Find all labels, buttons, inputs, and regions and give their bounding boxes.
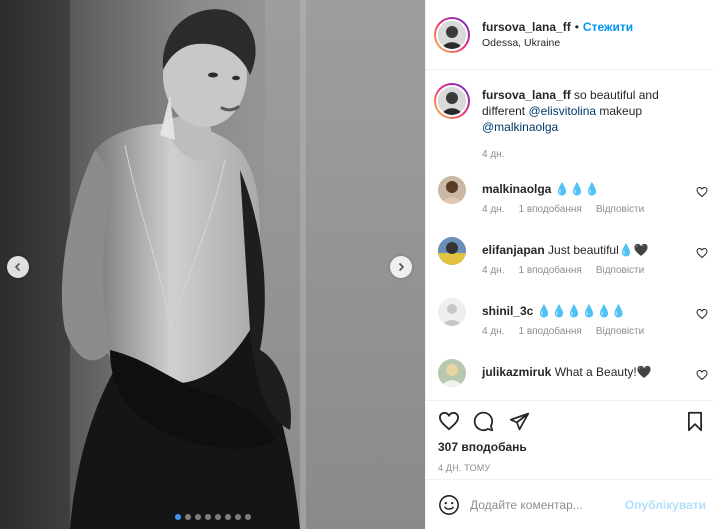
comment-text: elifanjapan Just beautiful💧🖤 (482, 242, 682, 258)
carousel-dot (224, 514, 231, 520)
comment-avatar[interactable] (438, 298, 466, 326)
heart-icon[interactable] (438, 411, 460, 431)
chevron-left-icon (14, 262, 21, 272)
carousel-indicator (0, 514, 425, 520)
comment-item: elifanjapan Just beautiful💧🖤 4 дн. 1 впо… (438, 237, 708, 297)
post-photo[interactable] (0, 0, 425, 529)
reply-button[interactable]: Відповісти (596, 326, 644, 337)
comment-item: malkinaolga 💧💧💧 4 дн. 1 вподобання Відпо… (438, 176, 708, 236)
photo-image (0, 0, 425, 529)
author-avatar[interactable] (434, 16, 470, 53)
carousel-dot (184, 514, 191, 520)
comment-body: What a Beauty!🖤 (554, 365, 652, 379)
comment-text: malkinaolga 💧💧💧 (482, 181, 682, 197)
avatar-image (438, 20, 466, 49)
comment-username[interactable]: malkinaolga (482, 182, 551, 196)
heart-icon[interactable] (696, 247, 708, 259)
comment-input[interactable] (470, 497, 640, 512)
carousel-dot (174, 514, 181, 520)
likes-count[interactable]: 307 вподобань (438, 440, 527, 454)
carousel-dot (214, 514, 221, 520)
caption-mention[interactable]: @malkinaolga (482, 120, 558, 134)
carousel-prev-button[interactable] (7, 256, 29, 278)
carousel-next-button[interactable] (390, 256, 412, 278)
chevron-right-icon (398, 262, 405, 272)
caption-username[interactable]: fursova_lana_ff (482, 88, 571, 102)
comment-avatar[interactable] (438, 237, 466, 265)
avatar-image (438, 176, 466, 204)
comment-avatar[interactable] (438, 176, 466, 204)
avatar-image (438, 87, 466, 115)
comment-text: julikazmiruk What a Beauty!🖤 (482, 364, 682, 380)
emoji-icon[interactable] (438, 494, 460, 516)
add-comment-bar: Опублікувати (426, 479, 713, 529)
comment-time[interactable]: 4 дн. (482, 326, 504, 337)
comments-list: fursova_lana_ff so beautiful and differe… (426, 71, 713, 398)
comment-likes[interactable]: 1 вподобання (518, 265, 581, 276)
comment-time[interactable]: 4 дн. (482, 204, 504, 215)
post-side-panel: fursova_lana_ff • Стежити Odessa, Ukrain… (425, 0, 713, 529)
bookmark-icon[interactable] (686, 411, 704, 432)
comment-icon[interactable] (473, 411, 494, 432)
default-avatar-icon (438, 298, 466, 326)
comment-body: Just beautiful💧🖤 (548, 243, 649, 257)
separator-dot: • (574, 20, 579, 34)
post-actions (426, 400, 713, 436)
comment-time[interactable]: 4 дн. (482, 265, 504, 276)
caption-time[interactable]: 4 дн. (482, 147, 704, 163)
heart-icon[interactable] (696, 369, 708, 381)
carousel-dot (244, 514, 251, 520)
comment-avatar[interactable] (438, 359, 466, 387)
avatar-image (438, 359, 466, 387)
comment-username[interactable]: elifanjapan (482, 243, 545, 257)
carousel-dot (194, 514, 201, 520)
comment-body: 💧💧💧 (554, 182, 600, 196)
comment-text: shinil_3c 💧💧💧💧💧💧 (482, 303, 682, 319)
comment-likes[interactable]: 1 вподобання (518, 326, 581, 337)
reply-button[interactable]: Відповісти (596, 204, 644, 215)
post-timestamp[interactable]: 4 ДН. ТОМУ (438, 463, 490, 473)
comment-item: shinil_3c 💧💧💧💧💧💧 4 дн. 1 вподобання Відп… (438, 298, 708, 358)
heart-icon[interactable] (696, 186, 708, 198)
comment-body: 💧💧💧💧💧💧 (536, 304, 627, 318)
comment-username[interactable]: shinil_3c (482, 304, 533, 318)
caption-mention[interactable]: @elisvitolina (529, 104, 597, 118)
reply-button[interactable]: Відповісти (596, 265, 644, 276)
comment-likes[interactable]: 1 вподобання (518, 204, 581, 215)
follow-button[interactable]: Стежити (583, 20, 633, 34)
avatar-image (438, 237, 466, 265)
post-header: fursova_lana_ff • Стежити Odessa, Ukrain… (426, 0, 713, 70)
carousel-dot (234, 514, 241, 520)
author-username[interactable]: fursova_lana_ff (482, 20, 571, 34)
caption-text: fursova_lana_ff so beautiful and differe… (482, 87, 704, 163)
publish-button[interactable]: Опублікувати (625, 498, 706, 512)
heart-icon[interactable] (696, 308, 708, 320)
caption-avatar[interactable] (434, 83, 470, 119)
caption-body: makeup (599, 104, 643, 118)
share-icon[interactable] (509, 411, 530, 432)
comment-item: julikazmiruk What a Beauty!🖤 (438, 359, 708, 398)
post-location[interactable]: Odessa, Ukraine (482, 37, 633, 49)
carousel-dot (204, 514, 211, 520)
comment-username[interactable]: julikazmiruk (482, 365, 551, 379)
